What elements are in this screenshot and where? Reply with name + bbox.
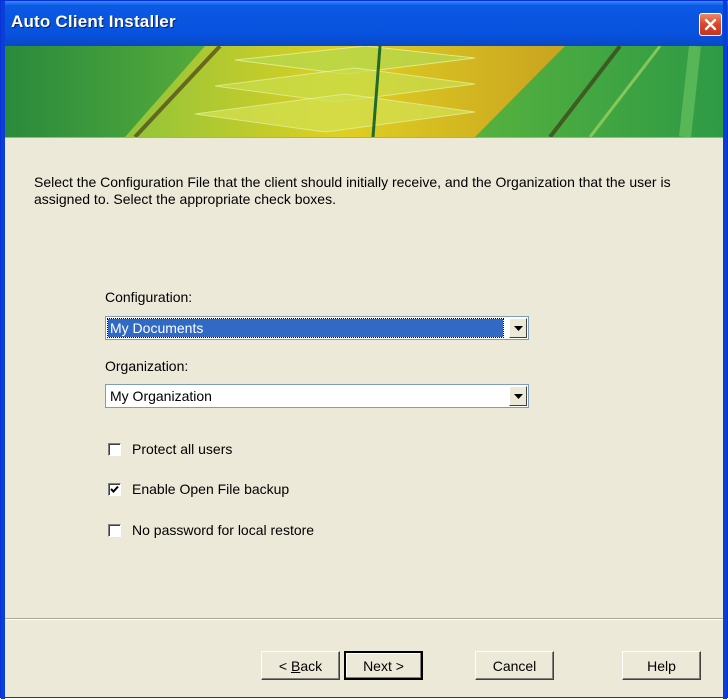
configuration-label: Configuration:: [105, 289, 193, 305]
close-icon: [704, 18, 717, 31]
configuration-dropdown-button[interactable]: [509, 318, 527, 338]
back-button-label: < Back: [278, 657, 323, 674]
installer-window: Auto Client Installer Select the Configu…: [0, 0, 728, 699]
chevron-down-icon: [513, 325, 523, 331]
no-password-local-restore-checkbox[interactable]: [108, 523, 121, 537]
help-button-label: Help: [647, 657, 676, 674]
cancel-button[interactable]: Cancel: [475, 651, 554, 680]
protect-all-users-option[interactable]: Protect all users: [108, 441, 232, 457]
window-title: Auto Client Installer: [11, 12, 176, 31]
back-button[interactable]: < Back: [261, 651, 340, 680]
protect-all-users-checkbox[interactable]: [108, 442, 121, 456]
instructions-text: Select the Configuration File that the c…: [34, 174, 671, 207]
enable-open-file-backup-option[interactable]: Enable Open File backup: [108, 481, 289, 497]
checkmark-icon: [110, 485, 119, 493]
no-password-local-restore-label: No password for local restore: [132, 522, 315, 538]
window-frame-right: [723, 1, 727, 699]
close-button[interactable]: [699, 13, 722, 36]
organization-dropdown-button[interactable]: [509, 386, 527, 406]
configuration-value: My Documents: [107, 318, 504, 338]
chevron-down-icon: [513, 393, 523, 399]
banner-divider: [5, 137, 725, 138]
footer-separator: [5, 618, 725, 620]
enable-open-file-backup-checkbox[interactable]: [108, 482, 121, 496]
organization-value: My Organization: [110, 388, 212, 404]
protect-all-users-label: Protect all users: [132, 441, 233, 457]
next-button-label: Next >: [363, 657, 404, 674]
window-frame-left: [1, 1, 5, 699]
enable-open-file-backup-label: Enable Open File backup: [132, 481, 290, 497]
no-password-local-restore-option[interactable]: No password for local restore: [108, 522, 314, 538]
banner-graphic: [5, 46, 725, 137]
organization-dropdown[interactable]: My Organization: [105, 384, 529, 408]
cancel-button-label: Cancel: [492, 657, 537, 674]
title-bar[interactable]: Auto Client Installer: [1, 1, 728, 46]
organization-label: Organization:: [105, 358, 189, 374]
header-banner-image: [5, 46, 725, 137]
configuration-dropdown[interactable]: My Documents: [105, 316, 529, 340]
help-button[interactable]: Help: [622, 651, 701, 680]
next-button[interactable]: Next >: [344, 651, 423, 680]
